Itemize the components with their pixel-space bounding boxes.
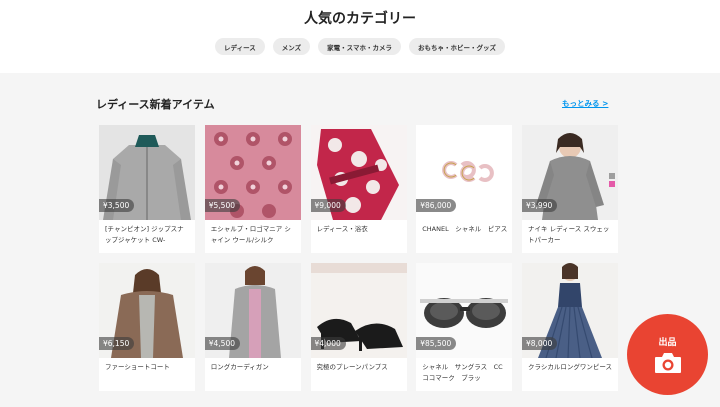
item-grid: ¥3,500 [チャンピオン] ジップスナップジャケット CW- ¥5,500 … — [99, 125, 618, 391]
see-more-link[interactable]: もっとみる > — [562, 98, 608, 109]
categories-title: 人気のカテゴリー — [304, 11, 416, 27]
item-thumbnail[interactable]: ¥3,990 — [522, 125, 618, 220]
item-thumbnail[interactable]: ¥4,500 — [204, 263, 301, 358]
item-name: ナイキ レディース スウェットパーカー — [528, 225, 610, 244]
chip-ladies[interactable]: レディース — [215, 38, 265, 55]
item-name: レディース・浴衣 — [316, 225, 368, 233]
item-thumbnail[interactable]: ¥6,150 — [99, 263, 195, 358]
item-price: ¥4,500 — [204, 337, 240, 350]
item-price: ¥85,500 — [416, 337, 457, 350]
item-name: [チャンピオン] ジップスナップジャケット CW- — [105, 225, 184, 244]
swatch-pink — [609, 181, 615, 187]
item-price: ¥9,000 — [310, 199, 346, 212]
category-chips: レディース メンズ 家電・スマホ・カメラ おもちゃ・ホビー・グッズ — [0, 38, 720, 55]
chip-electronics[interactable]: 家電・スマホ・カメラ — [318, 38, 401, 55]
item-thumbnail[interactable]: ¥3,500 — [99, 125, 195, 220]
camera-icon — [654, 353, 681, 373]
item-thumbnail[interactable]: ¥4,000 — [310, 263, 407, 358]
item-name: エシャルプ・ロゴマニア シャイン ウール/シルク — [210, 225, 291, 244]
item-name: シャネル サングラス CC ココマーク ブラッ — [422, 363, 510, 382]
item-card[interactable]: ¥8,000 クラシカルロングワンピース — [522, 263, 618, 391]
sell-button-label: 出品 — [658, 338, 677, 348]
chip-mens[interactable]: メンズ — [272, 38, 311, 55]
item-price: ¥3,990 — [522, 199, 558, 212]
item-card[interactable]: ¥3,500 [チャンピオン] ジップスナップジャケット CW- — [99, 125, 195, 253]
item-name: ロングカーディガン — [210, 363, 269, 371]
item-name: CHANEL シャネル ピアス — [422, 225, 508, 233]
item-card[interactable]: ¥5,500 エシャルプ・ロゴマニア シャイン ウール/シルク — [204, 125, 301, 253]
item-card[interactable]: ¥6,150 ファーショートコート — [99, 263, 195, 391]
item-name: クラシカルロングワンピース — [528, 363, 613, 371]
item-card[interactable]: ¥86,000 CHANEL シャネル ピアス — [416, 125, 513, 253]
item-price: ¥86,000 — [416, 199, 457, 212]
color-swatches — [609, 173, 615, 187]
swatch-gray — [609, 173, 615, 179]
item-price: ¥5,500 — [204, 199, 240, 212]
item-price: ¥8,000 — [522, 337, 558, 350]
item-thumbnail[interactable]: ¥85,500 — [416, 263, 513, 358]
popular-categories: 人気のカテゴリー レディース メンズ 家電・スマホ・カメラ おもちゃ・ホビー・グ… — [0, 0, 720, 73]
item-card[interactable]: ¥3,990 ナイキ レディース スウェットパーカー — [522, 125, 618, 253]
item-thumbnail[interactable]: ¥8,000 — [522, 263, 618, 358]
item-card[interactable]: ¥4,000 究極のプレーンパンプス — [310, 263, 407, 391]
item-price: ¥4,000 — [310, 337, 346, 350]
item-thumbnail[interactable]: ¥86,000 — [416, 125, 513, 220]
item-thumbnail[interactable]: ¥9,000 — [310, 125, 407, 220]
section-title: レディース新着アイテム — [96, 98, 215, 111]
item-price: ¥3,500 — [99, 199, 135, 212]
item-thumbnail[interactable]: ¥5,500 — [204, 125, 301, 220]
chip-toys-hobby[interactable]: おもちゃ・ホビー・グッズ — [408, 38, 505, 55]
item-card[interactable]: ¥9,000 レディース・浴衣 — [310, 125, 407, 253]
item-card[interactable]: ¥85,500 シャネル サングラス CC ココマーク ブラッ — [416, 263, 513, 391]
item-name: ファーショートコート — [105, 363, 170, 371]
item-price: ¥6,150 — [99, 337, 135, 350]
item-name: 究極のプレーンパンプス — [316, 363, 388, 371]
item-card[interactable]: ¥4,500 ロングカーディガン — [204, 263, 301, 391]
sell-button[interactable]: 出品 — [627, 314, 708, 395]
